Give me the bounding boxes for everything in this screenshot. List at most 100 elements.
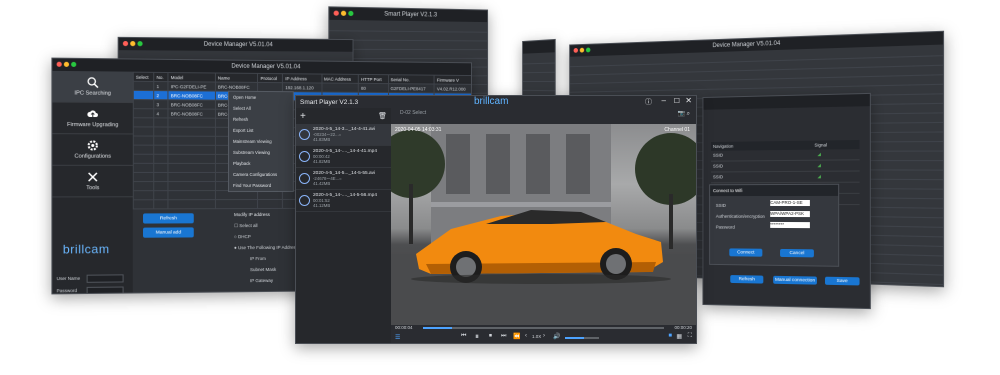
context-menu-item[interactable]: Playback	[229, 158, 293, 169]
zoom-icon[interactable]: ⌕	[687, 111, 690, 117]
table-header-cell[interactable]: Firmware V	[434, 75, 472, 85]
video-file-icon	[299, 173, 310, 184]
channel-tab-label: D-02 Select	[400, 110, 427, 116]
ip-from-label: IP From	[250, 256, 266, 262]
time-total: 00:00:20	[674, 325, 692, 330]
refresh-button[interactable]: Refresh	[143, 213, 194, 224]
context-menu-item[interactable]: Camera Configurations	[229, 169, 293, 180]
stop-icon[interactable]: ⏹	[489, 333, 492, 340]
cloud-upload-icon	[87, 110, 98, 120]
video-file-icon	[299, 195, 310, 206]
back-window-mid-titlebar: Device Manager V5.01.04	[118, 37, 353, 52]
snapshot-icon[interactable]: 📷	[677, 111, 684, 117]
rewind-icon[interactable]: ⏪	[513, 333, 520, 340]
layout-grid-icon[interactable]: ▦	[676, 333, 682, 340]
seek-bar-fill	[423, 327, 452, 329]
network-ssid: SSID	[712, 152, 724, 158]
layout-single-icon[interactable]: ■	[668, 333, 672, 339]
table-header-cell[interactable]: MAC Address	[321, 74, 359, 84]
use-following-radio[interactable]: ● Use The Following IP Address	[234, 242, 298, 253]
playlist-item[interactable]: 2020-4-5_14-...._14-4-41.mp4 00:00:42 41.8…	[296, 146, 391, 168]
username-input[interactable]	[86, 274, 124, 283]
player-brand: brillcam	[474, 96, 509, 107]
sidebar-item-tools[interactable]: Tools	[52, 165, 133, 198]
gear-icon	[87, 139, 99, 151]
sidebar-item-configurations[interactable]: Configurations	[52, 134, 133, 166]
window-controls[interactable]	[56, 61, 77, 68]
auth-field[interactable]: WPA/WPA2-PSK	[770, 210, 810, 218]
network-row[interactable]: SSID ◢	[711, 171, 860, 184]
video-viewport[interactable]: 2020-04-05 14:03:31 Channel 01	[391, 124, 696, 325]
prev-frame-icon[interactable]: ⏮	[461, 333, 466, 340]
context-menu-item[interactable]: Find Your Password	[229, 180, 293, 191]
maximize-icon[interactable]: ☐	[674, 97, 680, 105]
back-window-top-titlebar: Smart Player V2.1.3	[329, 7, 488, 23]
volume-icon[interactable]: 🔊	[553, 333, 560, 340]
wifi-settings-window: Navigation Signal SSID◢SSID◢SSID◢SSID◢SS…	[702, 92, 871, 310]
table-header-cell[interactable]: Serial No.	[388, 74, 435, 85]
minimize-icon[interactable]: –	[662, 96, 666, 105]
table-header-cell[interactable]: Name	[215, 72, 258, 83]
close-icon[interactable]: ✕	[685, 96, 692, 105]
manual-add-button[interactable]: Manual add	[143, 227, 194, 238]
back-window-top-title: Smart Player V2.1.3	[384, 11, 438, 19]
signal-icon: ◢	[817, 162, 821, 168]
table-cell: 2	[154, 90, 169, 100]
table-cell: 1	[154, 81, 169, 91]
context-menu-item[interactable]: Open Home	[229, 92, 293, 103]
next-frame-icon[interactable]: ⏭	[501, 333, 506, 340]
add-file-icon[interactable]: +	[300, 111, 306, 122]
connect-button[interactable]: Connect	[729, 248, 763, 257]
table-header-cell[interactable]: Protocol	[257, 73, 283, 83]
playlist-toggle-icon[interactable]: ☰	[395, 334, 400, 341]
osd-channel: Channel 01	[664, 127, 690, 133]
device-manager-title: Device Manager V5.01.04	[231, 63, 301, 71]
playlist-item[interactable]: 2020-4-5_14-5..._14-5-55.avi -24678~-4E..…	[296, 168, 391, 190]
context-menu-item[interactable]: Mainstream Viewing	[229, 136, 293, 147]
wifi-save-button[interactable]: Save	[824, 276, 860, 286]
auth-label: Authentication/encryption	[715, 213, 765, 219]
context-menu-item[interactable]: Select All	[229, 103, 293, 114]
faster-icon[interactable]: ›	[543, 333, 545, 339]
table-cell: BRC-NOB08FC	[168, 108, 216, 119]
info-icon[interactable]: ⓘ	[645, 97, 652, 107]
wifi-refresh-button[interactable]: Refresh	[730, 275, 764, 284]
dhcp-radio[interactable]: ○ DHCP	[234, 231, 298, 242]
password-input[interactable]	[86, 286, 124, 295]
table-header-cell[interactable]: IP Address	[282, 73, 322, 84]
context-menu-item[interactable]: Refresh	[229, 114, 293, 125]
username-label: User Name	[56, 275, 81, 282]
back-window-right-titlebar: Device Manager V5.01.04	[570, 31, 943, 57]
context-menu-item[interactable]: Substream Viewing	[229, 147, 293, 158]
manual-connection-button[interactable]: Manual connection	[773, 275, 817, 285]
network-ssid: SSID	[712, 174, 724, 180]
ssid-field[interactable]: CAM-PRO-1-SE	[770, 199, 810, 207]
sidebar-item-ipc-searching[interactable]: IPC Searching	[52, 70, 133, 104]
playlist-item[interactable]: 2020-4-5_14-3..._14-4-41.avi -00234~-22..…	[296, 124, 391, 146]
channel-tab[interactable]: D-02 Select	[400, 110, 426, 116]
table-header-cell[interactable]: No.	[154, 72, 169, 82]
gateway-label: IP Gateway	[250, 277, 274, 284]
table-header-cell[interactable]: HTTP Port	[358, 74, 389, 84]
seek-bar[interactable]	[423, 327, 664, 329]
cancel-button[interactable]: Cancel	[780, 248, 814, 258]
context-menu-item[interactable]: Export List	[229, 125, 293, 136]
table-header-cell[interactable]: Model	[168, 72, 216, 83]
volume-slider[interactable]	[565, 337, 599, 339]
table-header-cell[interactable]: Select	[133, 72, 155, 82]
table-cell: BRC-NOB08FC	[168, 90, 216, 101]
username-row: User Name	[57, 274, 124, 283]
delete-icon[interactable]: 🗑	[378, 112, 387, 120]
wifi-window-titlebar	[703, 93, 870, 110]
select-all-checkbox[interactable]: ☐ Select all	[234, 220, 298, 231]
file-size: 41.12MB	[313, 203, 331, 208]
sidebar-item-firmware[interactable]: Firmware Upgrading	[52, 102, 133, 135]
table-cell	[133, 90, 155, 100]
password-field[interactable]: ********	[770, 221, 810, 229]
pause-icon[interactable]: ⏸	[475, 332, 479, 342]
slower-icon[interactable]: ‹	[525, 333, 527, 339]
playlist: + 🗑 2020-4-5_14-3..._14-4-41.avi -00234~-…	[296, 108, 391, 343]
fullscreen-icon[interactable]: ⛶	[688, 333, 692, 340]
playlist-item[interactable]: 2020-4-5_14-...._14-5-56.mp4 00:01:52 41.1…	[296, 190, 391, 212]
password-label: Password	[715, 224, 735, 230]
